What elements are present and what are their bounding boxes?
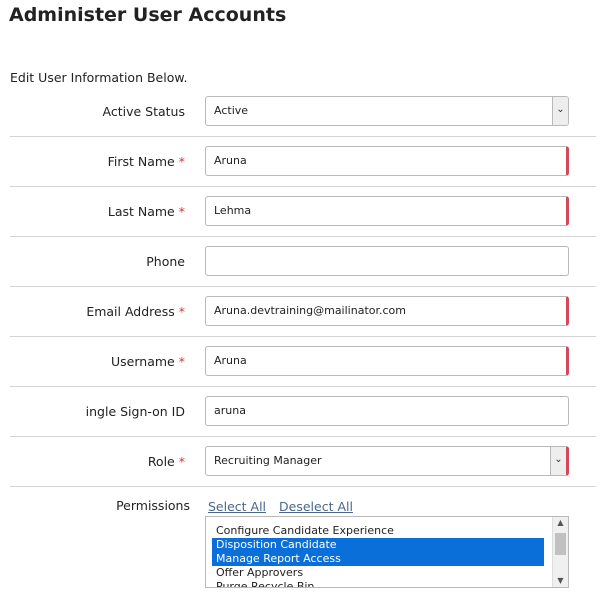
email-label: Email Address *	[86, 304, 185, 319]
user-form: Active Status Active ⌄ First Name * Aruna…	[10, 87, 596, 487]
row-sso-id: ingle Sign-on ID aruna	[10, 387, 596, 437]
scroll-up-icon[interactable]: ▲	[553, 517, 568, 529]
sso-id-input[interactable]: aruna	[205, 396, 569, 426]
first-name-input[interactable]: Aruna	[205, 146, 569, 176]
required-marker: *	[178, 354, 185, 369]
permission-item[interactable]: Manage Report Access	[212, 552, 544, 566]
row-username: Username * Aruna	[10, 337, 596, 387]
permission-item[interactable]: Purge Recycle Bin	[212, 580, 544, 587]
role-label: Role *	[147, 454, 185, 469]
active-status-select[interactable]: Active ⌄	[205, 96, 569, 126]
required-marker: *	[178, 154, 185, 169]
permission-item[interactable]: Disposition Candidate	[212, 538, 544, 552]
permissions-listbox[interactable]: Configure Candidate Experience Dispositi…	[205, 516, 569, 588]
required-marker: *	[178, 304, 185, 319]
row-last-name: Last Name * Lehma	[10, 187, 596, 237]
permissions-list: Configure Candidate Experience Dispositi…	[212, 524, 544, 587]
sso-id-label: ingle Sign-on ID	[85, 404, 185, 419]
scrollbar-thumb[interactable]	[555, 533, 566, 555]
row-email: Email Address * Aruna.devtraining@mailina…	[10, 287, 596, 337]
page-title: Administer User Accounts	[9, 4, 287, 26]
row-active-status: Active Status Active ⌄	[10, 87, 596, 137]
row-first-name: First Name * Aruna	[10, 137, 596, 187]
username-input[interactable]: Aruna	[205, 346, 569, 376]
row-role: Role * Recruiting Manager ⌄	[10, 437, 596, 487]
username-label: Username *	[111, 354, 185, 369]
permission-item[interactable]: Offer Approvers	[212, 566, 544, 580]
chevron-down-icon[interactable]: ⌄	[552, 97, 568, 125]
deselect-all-link[interactable]: Deselect All	[279, 499, 353, 514]
select-all-link[interactable]: Select All	[208, 499, 266, 514]
last-name-input[interactable]: Lehma	[205, 196, 569, 226]
chevron-down-icon[interactable]: ⌄	[550, 447, 566, 475]
role-value: Recruiting Manager	[214, 454, 322, 467]
email-input[interactable]: Aruna.devtraining@mailinator.com	[205, 296, 569, 326]
required-marker: *	[178, 204, 185, 219]
phone-input[interactable]	[205, 246, 569, 276]
permissions-label: Permissions	[116, 498, 190, 513]
role-select[interactable]: Recruiting Manager ⌄	[205, 446, 569, 476]
row-phone: Phone	[10, 237, 596, 287]
last-name-label: Last Name *	[107, 204, 185, 219]
active-status-value: Active	[214, 104, 249, 117]
phone-label: Phone	[146, 254, 185, 269]
permission-item[interactable]: Configure Candidate Experience	[212, 524, 544, 538]
permissions-links: Select All Deselect All	[208, 499, 362, 514]
first-name-label: First Name *	[107, 154, 185, 169]
scroll-down-icon[interactable]: ▼	[553, 575, 568, 587]
listbox-scrollbar[interactable]: ▲ ▼	[552, 517, 568, 587]
intro-text: Edit User Information Below.	[10, 70, 188, 85]
required-marker: *	[178, 454, 185, 469]
active-status-label: Active Status	[102, 104, 185, 119]
